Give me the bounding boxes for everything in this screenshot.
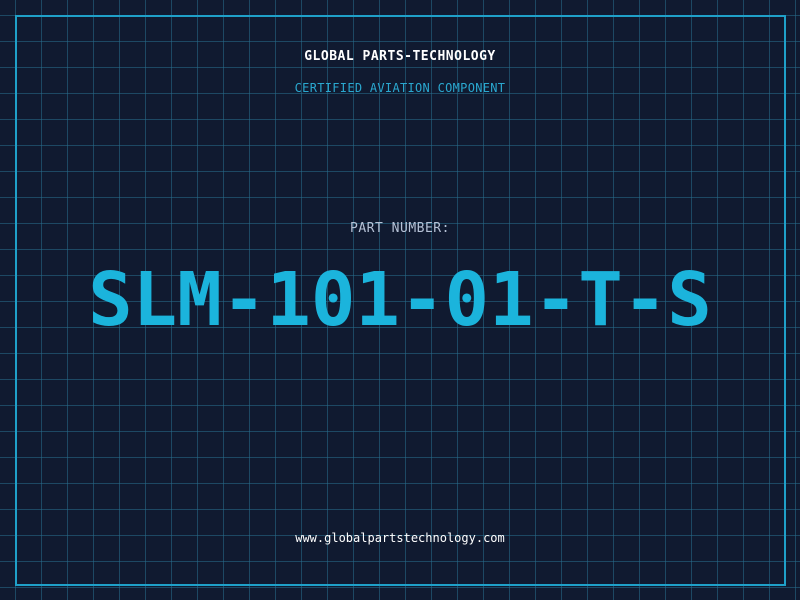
certification-subtitle: CERTIFIED AVIATION COMPONENT (294, 81, 506, 95)
company-name: GLOBAL PARTS-TECHNOLOGY (304, 49, 496, 64)
part-number-label: PART NUMBER: (350, 221, 450, 236)
website-url[interactable]: www.globalpartstechnology.com (0, 531, 800, 545)
part-number-value: SLM-101-01-T-S (88, 257, 712, 343)
